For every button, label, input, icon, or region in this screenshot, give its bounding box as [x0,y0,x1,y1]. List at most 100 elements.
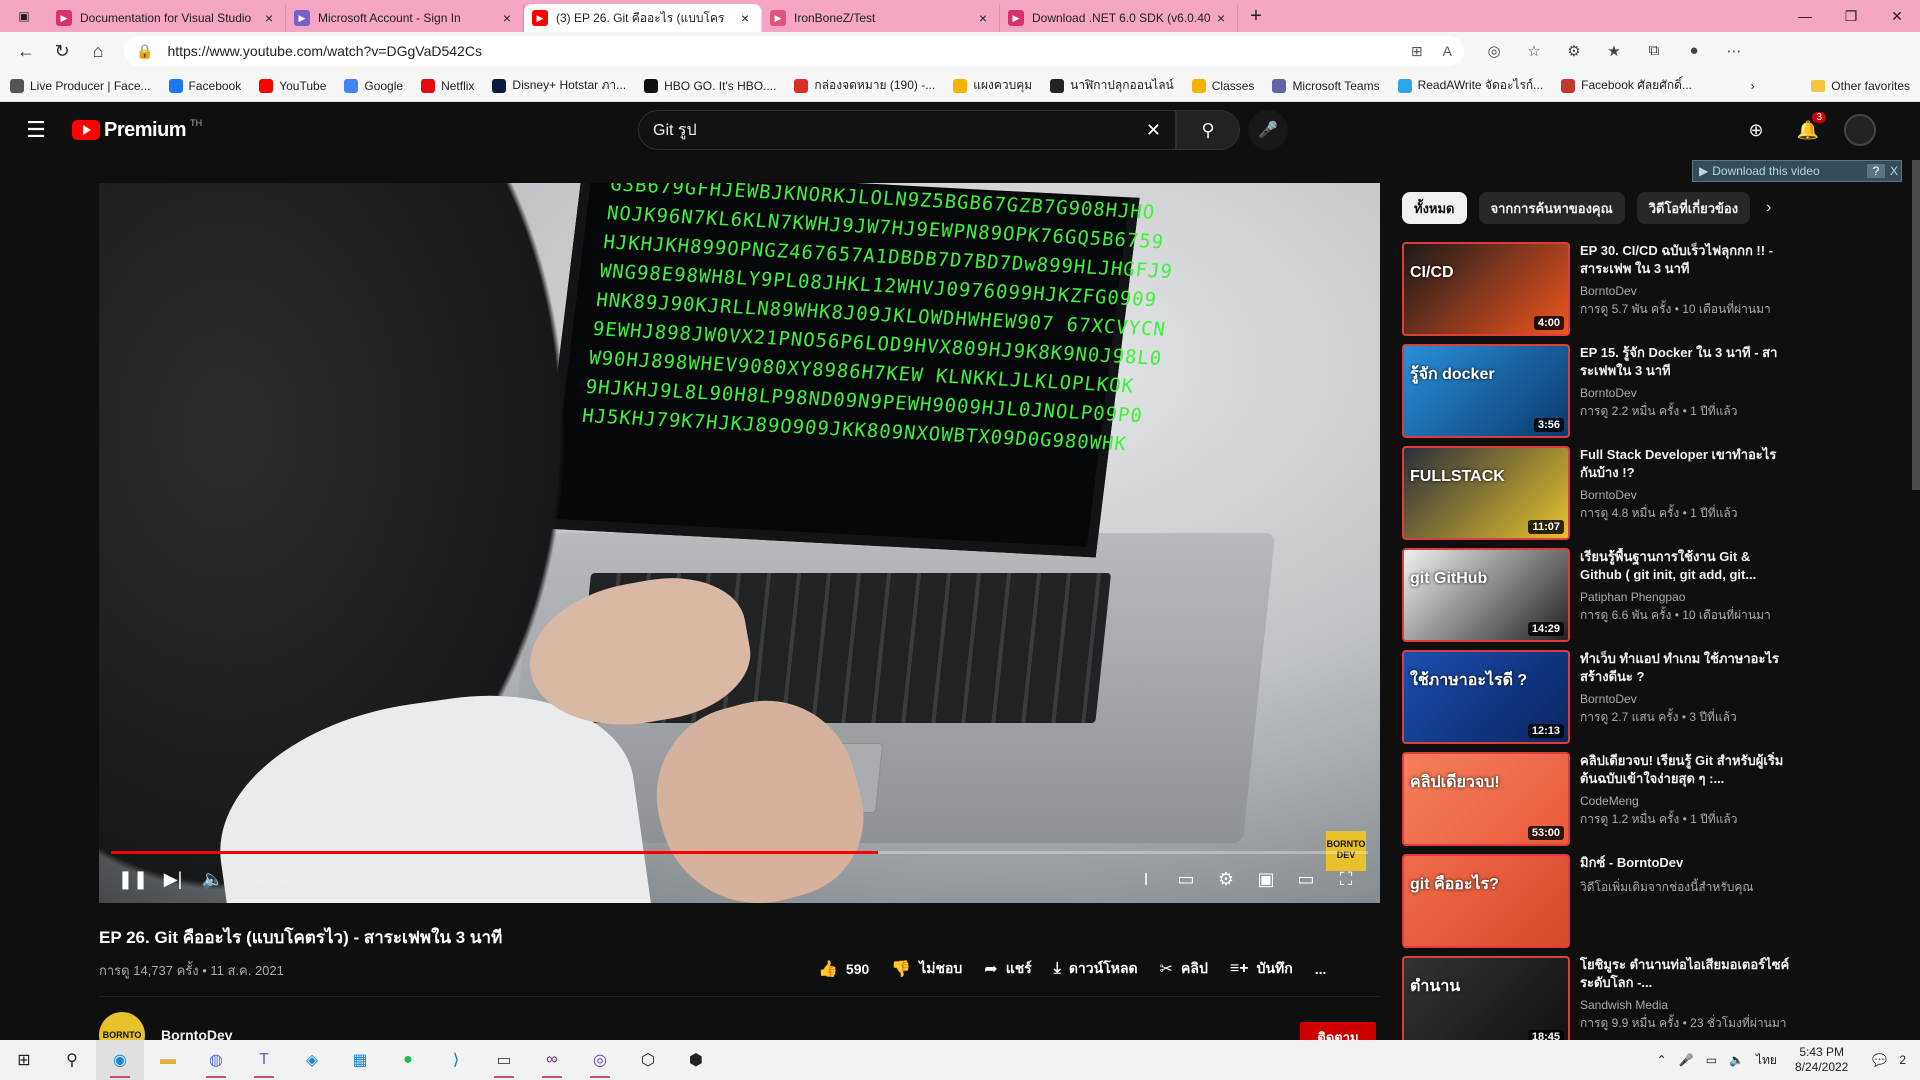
teams-icon[interactable]: T [240,1040,288,1080]
video-thumbnail[interactable]: คลิปเดียวจบ! 53:00 [1402,752,1570,846]
browser-tab[interactable]: ▶ IronBoneZ/Test × [762,4,1000,32]
github-desktop-icon[interactable]: ◎ [576,1040,624,1080]
help-button[interactable]: ? [1867,164,1885,178]
search-input[interactable]: Git รูป ✕ [638,110,1176,150]
save-button[interactable]: ≡+ บันทึก [1230,958,1293,980]
favorites-icon[interactable]: ★ [1594,42,1634,60]
unity-icon[interactable]: ⬡ [624,1040,672,1080]
spotify-icon[interactable]: ● [384,1040,432,1080]
bookmark-item[interactable]: ReadAWrite จัดอะไรก์... [1397,76,1543,95]
channel-name[interactable]: BorntoDev [1580,488,1790,502]
theater-mode-icon[interactable]: ▭ [1286,859,1326,899]
miniplayer-icon[interactable]: ▣ [1246,859,1286,899]
close-tab-icon[interactable]: × [975,10,991,26]
pause-button[interactable]: ❚❚ [113,859,153,899]
extension-icon[interactable]: ◎ [1474,42,1514,60]
edge-browser-icon[interactable]: ◉ [96,1040,144,1080]
chevron-up-icon[interactable]: ⌃ [1657,1053,1667,1067]
bookmark-item[interactable]: Facebook [168,76,241,95]
bookmark-item[interactable]: Live Producer | Face... [10,76,151,95]
filter-chip[interactable]: วิดีโอที่เกี่ยวข้อง [1636,192,1751,224]
more-actions-button[interactable]: ... [1315,961,1327,977]
file-explorer-icon[interactable]: ▬ [144,1040,192,1080]
favorite-star-icon[interactable]: ☆ [1514,42,1554,60]
video-title[interactable]: เรียนรู้พื้นฐานการใช้งาน Git & Github ( … [1580,548,1790,584]
volume-icon[interactable]: 🔈 [193,859,233,899]
clock[interactable]: 5:43 PM 8/24/2022 [1795,1045,1848,1075]
restore-button[interactable]: ❐ [1828,8,1874,25]
download-button[interactable]: ⤓ ดาวน์โหลด [1054,958,1138,980]
video-thumbnail[interactable]: รู้จัก docker 3:56 [1402,344,1570,438]
channel-name[interactable]: CodeMeng [1580,794,1790,808]
download-video-bar[interactable]: ▶ Download this video ? X [1692,160,1902,182]
extensions-puzzle-icon[interactable]: ⚙ [1554,42,1594,60]
recommended-video[interactable]: รู้จัก docker 3:56 EP 15. รู้จัก Docker … [1402,344,1902,438]
youtube-premium-logo[interactable]: Premium TH [72,118,202,142]
like-button[interactable]: 👍 590 [818,959,869,979]
video-title[interactable]: มิกซ์ - BorntoDev [1580,854,1790,872]
collections-icon[interactable]: ⧉ [1634,42,1674,60]
close-window-button[interactable]: ✕ [1874,8,1920,25]
clip-button[interactable]: ✂ คลิป [1160,958,1208,980]
bookmark-item[interactable]: Google [344,76,403,95]
video-title[interactable]: EP 15. รู้จัก Docker ใน 3 นาที - สาระเฟพ… [1580,344,1790,380]
bookmark-item[interactable]: แผงควบคุม [953,76,1032,95]
search-icon[interactable]: ⚲ [48,1040,96,1080]
store-icon[interactable]: ▦ [336,1040,384,1080]
video-title[interactable]: โยชิมูระ ตำนานท่อไอเสียมอเตอร์ไซค์ระดับโ… [1580,956,1790,992]
browser-tab[interactable]: ▶ Documentation for Visual Studio × [48,4,286,32]
notification-center-icon[interactable]: 💬 2 [1872,1053,1906,1067]
more-menu-icon[interactable]: ⋯ [1714,42,1754,60]
video-title[interactable]: คลิปเดียวจบ! เรียนรู้ Git สำหรับผู้เริ่ม… [1580,752,1790,788]
new-tab-button[interactable]: + [1238,5,1274,28]
bookmark-item[interactable]: นาฬิกาปลุกออนไลน์ [1050,76,1174,95]
dislike-button[interactable]: 👎 ไม่ชอบ [891,958,962,980]
recommended-video[interactable]: ใช้ภาษาอะไรดี ? 12:13 ทำเว็บ ทำแอป ทำเกม… [1402,650,1902,744]
volume-icon[interactable]: 🔈 [1729,1053,1744,1067]
recommended-video[interactable]: CI/CD 4:00 EP 30. CI/CD ฉบับเร็วไฟลุกกก … [1402,242,1902,336]
filter-chip[interactable]: จากการค้นหาของคุณ [1478,192,1625,224]
app-available-icon[interactable]: ⊞ [1411,43,1423,60]
chevron-right-icon[interactable]: › [1766,199,1771,217]
windows-start-icon[interactable]: ⊞ [0,1040,48,1080]
bookmark-item[interactable]: Classes [1191,76,1254,95]
voice-search-button[interactable]: 🎤 [1248,110,1288,150]
close-tab-icon[interactable]: × [261,10,277,26]
progress-bar[interactable] [111,851,1368,854]
channel-name[interactable]: วิดีโอเพิ่มเติมจากช่องนี้สำหรับคุณ [1580,878,1790,897]
address-bar[interactable]: 🔒 https://www.youtube.com/watch?v=DGgVaD… [124,36,1464,66]
create-button[interactable]: ⊕ [1736,110,1776,150]
back-button[interactable]: ← [8,36,44,66]
browser-tab[interactable]: ▶ (3) EP 26. Git คืออะไร (แบบโคร × [524,4,762,32]
channel-name[interactable]: BorntoDev [1580,284,1790,298]
channel-name[interactable]: Sandwish Media [1580,998,1790,1012]
video-thumbnail[interactable]: git GitHub 14:29 [1402,548,1570,642]
microphone-icon[interactable]: 🎤 [1679,1053,1694,1067]
bookmark-item[interactable]: YouTube [259,76,326,95]
tab-actions-icon[interactable]: ▣ [0,0,48,32]
video-title[interactable]: ทำเว็บ ทำแอป ทำเกม ใช้ภาษาอะไรสร้างดีนะ … [1580,650,1790,686]
bookmark-item[interactable]: Facebook ศัลยศักดิ์... [1561,76,1692,95]
clear-search-icon[interactable]: ✕ [1146,120,1161,141]
video-player[interactable]: G3B679GFHJEWBJKNORKJLOLN9Z5BGB67GZB7G908… [99,183,1380,903]
autoplay-toggle[interactable]: ⏽ [1126,859,1166,899]
bookmark-item[interactable]: กล่องจดหมาย (190) -... [794,76,935,95]
close-tab-icon[interactable]: × [499,10,515,26]
language-indicator[interactable]: ไทย [1756,1051,1777,1070]
app-icon[interactable]: ◈ [288,1040,336,1080]
recommended-video[interactable]: ตำนาน 18:45 โยชิมูระ ตำนานท่อไอเสียมอเตอ… [1402,956,1902,1050]
video-title[interactable]: EP 30. CI/CD ฉบับเร็วไฟลุกกก !! - สาระเฟ… [1580,242,1790,278]
profile-icon[interactable]: ● [1674,42,1714,60]
video-thumbnail[interactable]: git คืออะไร? [1402,854,1570,948]
recommended-video[interactable]: git คืออะไร? มิกซ์ - BorntoDev วิดีโอเพิ… [1402,854,1902,948]
channel-name[interactable]: BorntoDev [1580,692,1790,706]
close-download-bar-button[interactable]: X [1887,164,1901,178]
subtitles-icon[interactable]: ▭ [1166,859,1206,899]
read-aloud-icon[interactable]: A [1443,43,1452,59]
menu-icon[interactable]: ☰ [0,117,72,143]
app-window-icon[interactable]: ▭ [480,1040,528,1080]
account-button[interactable] [1840,110,1880,150]
unity-hub-icon[interactable]: ⬢ [672,1040,720,1080]
minimize-button[interactable]: — [1782,8,1828,25]
notifications-button[interactable]: 🔔 3 [1788,110,1828,150]
